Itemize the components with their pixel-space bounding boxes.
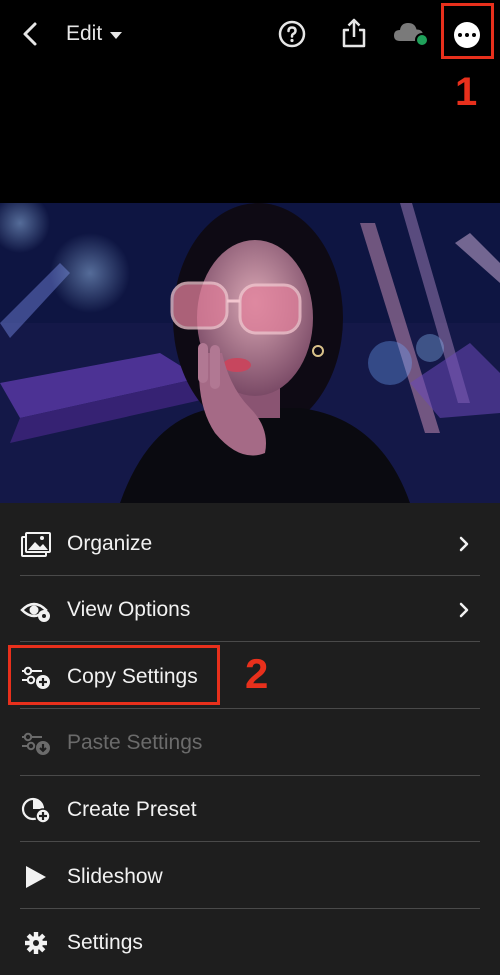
create-preset-icon (20, 796, 52, 824)
help-icon (278, 20, 306, 48)
top-bar: Edit (0, 0, 500, 68)
step2-highlight-box (8, 645, 220, 705)
share-icon (342, 18, 366, 48)
menu-item-view-options[interactable]: View Options (0, 576, 500, 642)
view-options-icon (20, 596, 52, 624)
back-button[interactable] (14, 16, 46, 52)
play-icon (20, 863, 52, 891)
organize-icon (20, 530, 52, 558)
back-arrow-icon (23, 22, 37, 46)
divider (20, 641, 480, 642)
caret-down-icon (110, 31, 123, 39)
menu-item-label: Organize (67, 532, 153, 555)
gear-icon (20, 929, 52, 957)
menu-item-slideshow[interactable]: Slideshow (0, 843, 500, 909)
photo-preview (0, 203, 500, 503)
chevron-right-icon (459, 602, 469, 618)
help-button[interactable] (276, 18, 308, 50)
menu-item-label: Slideshow (67, 865, 163, 888)
step2-number: 2 (245, 650, 269, 697)
portrait-photo (0, 203, 500, 503)
options-menu: Organize View Options Copy Settings Past… (0, 503, 500, 975)
edit-mode-label: Edit (66, 22, 103, 45)
menu-item-label: View Options (67, 598, 191, 621)
menu-item-create-preset[interactable]: Create Preset (0, 776, 500, 842)
menu-item-label: Create Preset (67, 798, 197, 821)
divider (20, 841, 480, 842)
edit-mode-dropdown[interactable]: Edit (66, 18, 123, 50)
menu-item-organize[interactable]: Organize (0, 510, 500, 576)
menu-item-label: Settings (67, 931, 143, 954)
share-button[interactable] (338, 16, 370, 50)
cloud-sync-icon (394, 23, 429, 47)
step1-number: 1 (455, 70, 478, 114)
chevron-right-icon (459, 536, 469, 552)
menu-item-settings[interactable]: Settings (0, 909, 500, 975)
cloud-sync-button[interactable] (392, 18, 432, 50)
menu-item-label: Paste Settings (67, 731, 203, 754)
step1-highlight-box (441, 3, 494, 59)
menu-item-paste-settings[interactable]: Paste Settings (0, 709, 500, 775)
paste-settings-icon (20, 729, 52, 757)
